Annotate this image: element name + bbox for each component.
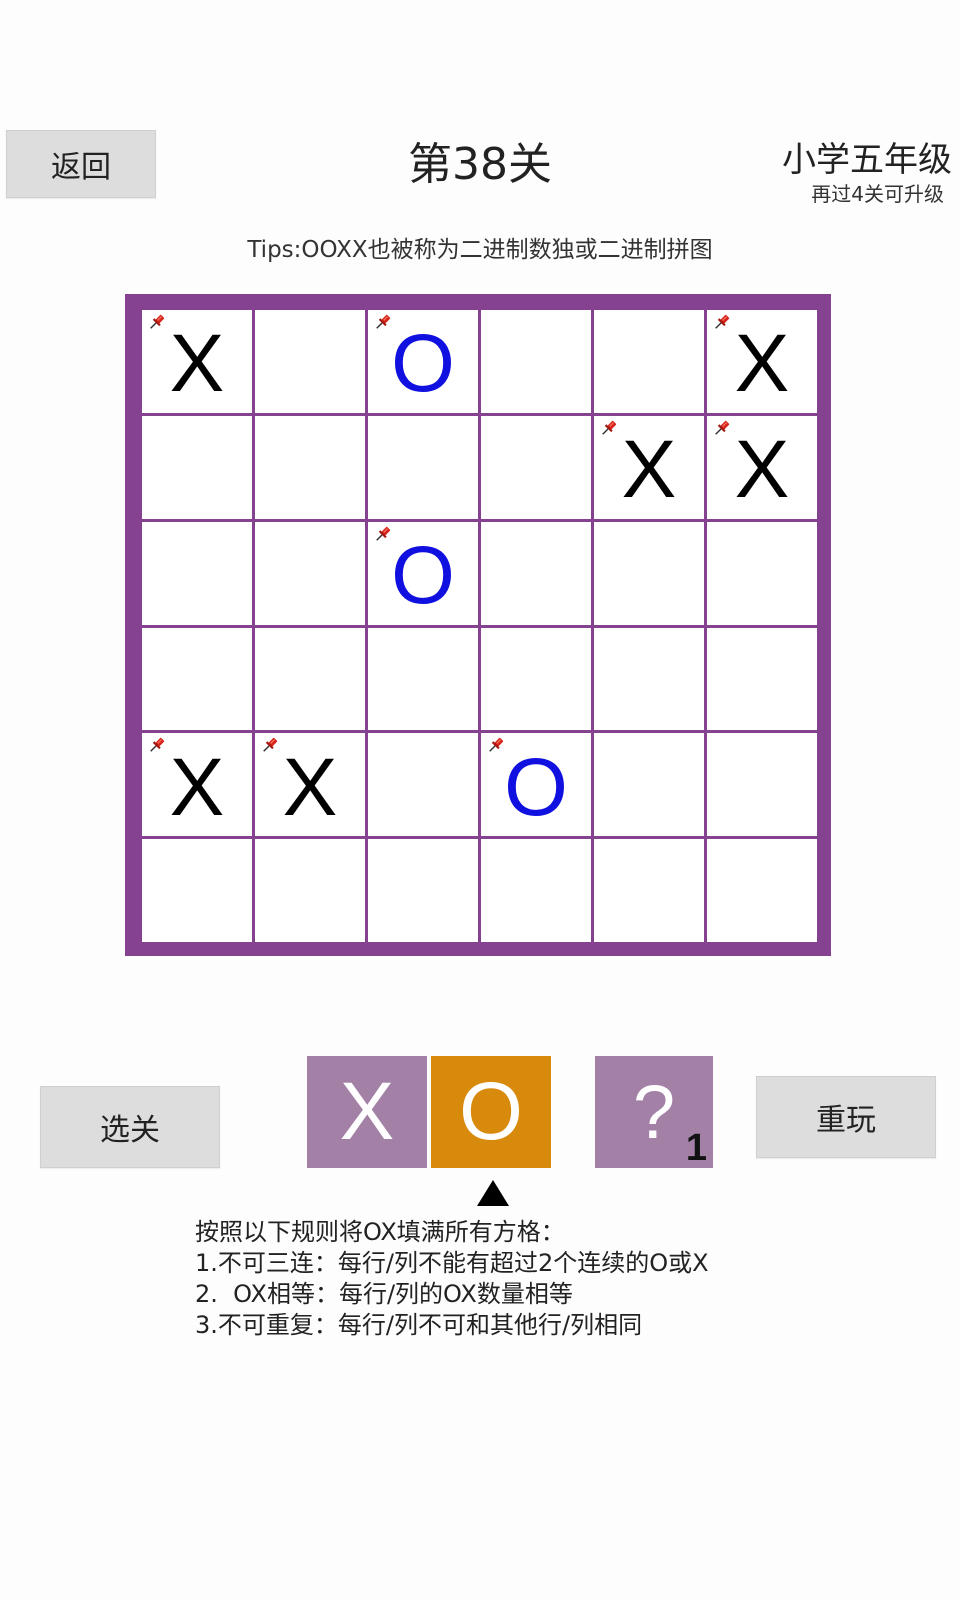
grid-cell[interactable] (594, 521, 704, 625)
pin-icon (713, 419, 731, 437)
hint-count: 1 (685, 1127, 707, 1169)
grid-cell[interactable] (594, 310, 704, 413)
x-mark: X (621, 424, 677, 516)
x-mark: X (734, 424, 790, 516)
replay-button[interactable]: 重玩 (756, 1076, 936, 1158)
rule-item: 2. OX相等：每行/列的OX数量相等 (195, 1280, 573, 1308)
rule-item: 1.不可三连：每行/列不能有超过2个连续的O或X (195, 1249, 709, 1277)
pin-icon (487, 736, 505, 754)
x-mark: X (169, 741, 225, 833)
o-mark: O (391, 530, 455, 622)
grid-cell[interactable]: X (707, 310, 817, 413)
grade-label: 小学五年级 (782, 140, 952, 180)
grid-cell[interactable] (255, 839, 365, 942)
grid-cell[interactable]: O (368, 310, 478, 413)
grid-cell[interactable] (481, 415, 591, 519)
pin-icon (374, 313, 392, 331)
o-mark: O (391, 318, 455, 410)
grid-cell[interactable] (368, 627, 478, 731)
grid-cell[interactable]: O (481, 733, 591, 837)
o-mark: O (504, 741, 568, 833)
grid-cell[interactable] (481, 310, 591, 413)
grid-cell[interactable] (255, 310, 365, 413)
grid-cell[interactable]: O (368, 521, 478, 625)
tool-o-button[interactable]: O (431, 1056, 551, 1168)
grid-cell[interactable] (142, 415, 252, 519)
grid-cell[interactable]: X (142, 310, 252, 413)
puzzle-board: XOXXXOXXO (125, 294, 831, 956)
question-icon: ? (632, 1069, 676, 1155)
tips-text: Tips:OOXX也被称为二进制数独或二进制拼图 (247, 237, 713, 263)
grid-cell[interactable]: X (255, 733, 365, 837)
puzzle-grid: XOXXXOXXO (142, 310, 817, 942)
selected-tool-indicator-icon (477, 1180, 509, 1206)
grid-cell[interactable] (594, 733, 704, 837)
x-mark: X (169, 318, 225, 410)
grid-cell[interactable] (707, 839, 817, 942)
grid-cell[interactable] (255, 415, 365, 519)
grid-cell[interactable] (368, 839, 478, 942)
pin-icon (148, 313, 166, 331)
grid-cell[interactable] (707, 733, 817, 837)
grid-cell[interactable] (255, 627, 365, 731)
grid-cell[interactable] (142, 839, 252, 942)
x-mark: X (282, 741, 338, 833)
grid-cell[interactable]: X (707, 415, 817, 519)
x-mark: X (734, 318, 790, 410)
grid-cell[interactable] (707, 627, 817, 731)
pin-icon (261, 736, 279, 754)
tool-x-button[interactable]: X (307, 1056, 427, 1168)
grid-cell[interactable]: X (142, 733, 252, 837)
grid-cell[interactable] (707, 521, 817, 625)
grid-cell[interactable]: X (594, 415, 704, 519)
grid-cell[interactable] (368, 415, 478, 519)
pin-icon (713, 313, 731, 331)
rules-panel: 按照以下规则将OX填满所有方格： 1.不可三连：每行/列不能有超过2个连续的O或… (195, 1217, 915, 1341)
rule-item: 3.不可重复：每行/列不可和其他行/列相同 (195, 1311, 643, 1339)
upgrade-hint: 再过4关可升级 (811, 182, 944, 206)
grid-cell[interactable] (142, 521, 252, 625)
grid-cell[interactable] (481, 627, 591, 731)
grid-cell[interactable] (594, 627, 704, 731)
grid-cell[interactable] (594, 839, 704, 942)
back-button[interactable]: 返回 (6, 130, 156, 198)
rules-title: 按照以下规则将OX填满所有方格： (195, 1218, 565, 1246)
grid-cell[interactable] (481, 839, 591, 942)
grid-cell[interactable] (481, 521, 591, 625)
hint-button[interactable]: ? 1 (595, 1056, 713, 1169)
pin-icon (148, 736, 166, 754)
level-title: 第38关 (408, 139, 552, 190)
grid-cell[interactable] (255, 521, 365, 625)
select-level-button[interactable]: 选关 (40, 1086, 220, 1168)
pin-icon (600, 419, 618, 437)
pin-icon (374, 525, 392, 543)
grid-cell[interactable] (368, 733, 478, 837)
grid-cell[interactable] (142, 627, 252, 731)
